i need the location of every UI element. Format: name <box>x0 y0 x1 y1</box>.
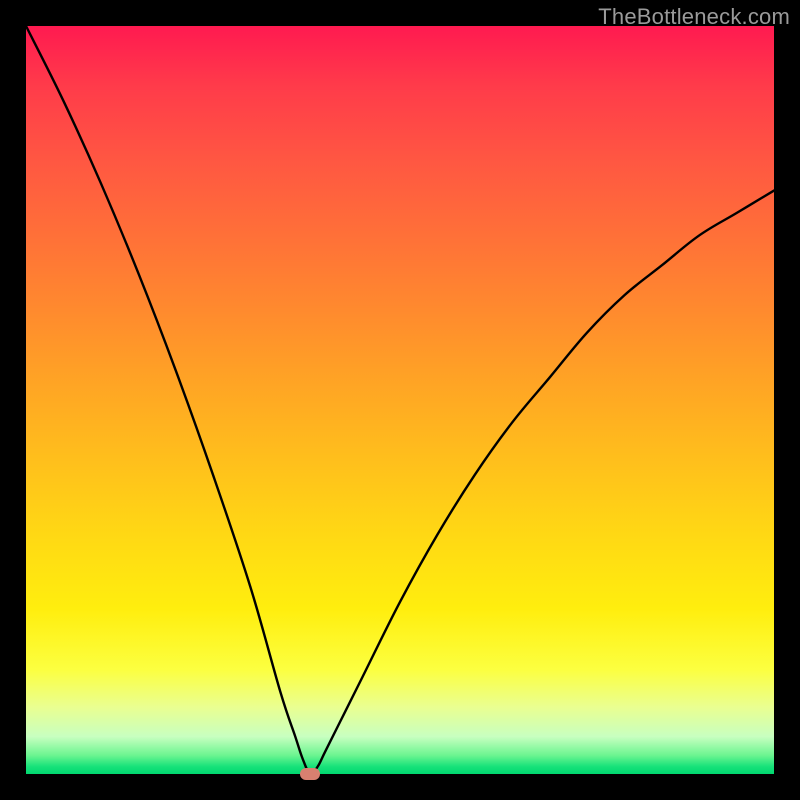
bottleneck-curve <box>26 26 774 774</box>
optimal-marker <box>300 768 320 780</box>
plot-area <box>26 26 774 774</box>
chart-frame: TheBottleneck.com <box>0 0 800 800</box>
